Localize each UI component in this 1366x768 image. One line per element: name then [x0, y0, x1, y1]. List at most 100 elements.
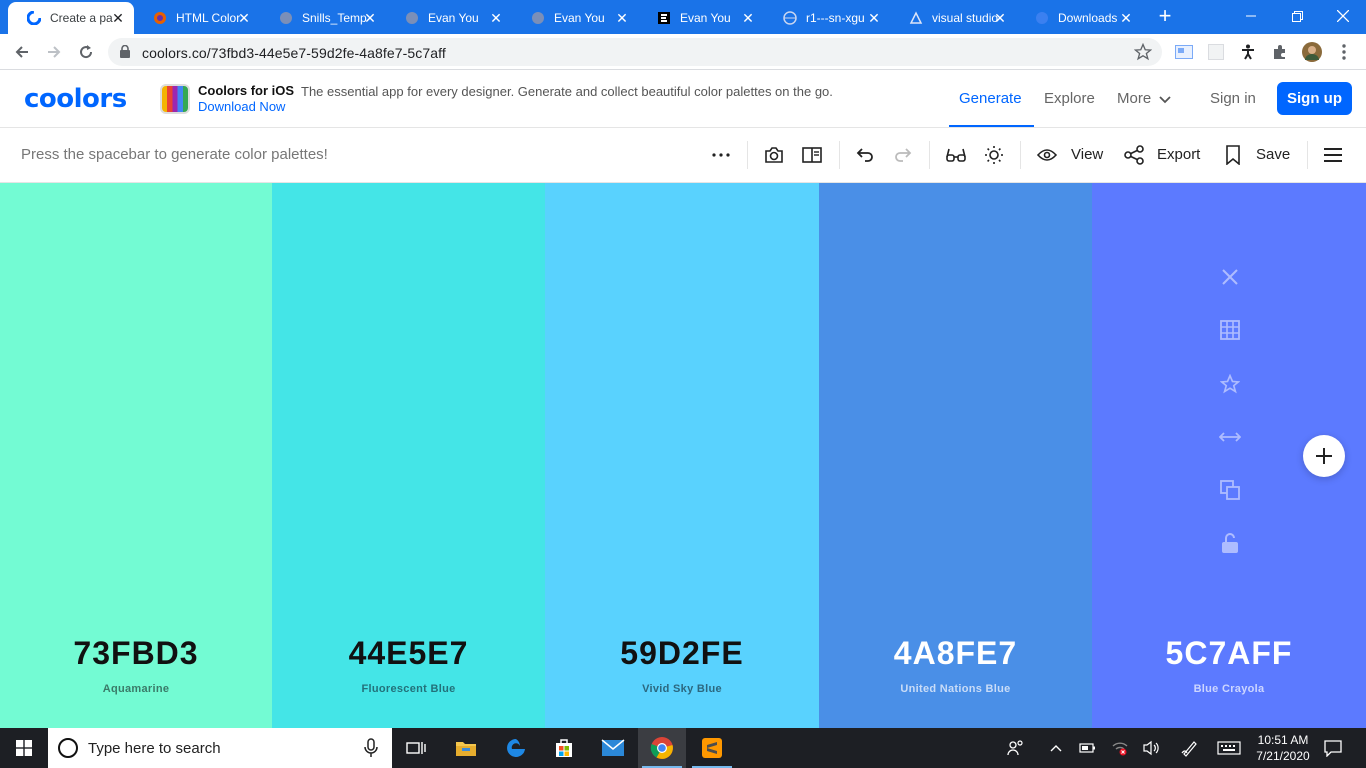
- color-name[interactable]: Fluorescent Blue: [272, 683, 545, 695]
- tab-visual-studio[interactable]: visual studio ✕: [890, 2, 1016, 34]
- color-name[interactable]: Vivid Sky Blue: [545, 683, 819, 695]
- copy-icon[interactable]: [1216, 476, 1244, 504]
- close-tab-icon[interactable]: ✕: [1118, 10, 1134, 26]
- sign-in-link[interactable]: Sign in: [1210, 90, 1256, 107]
- unlock-icon[interactable]: [1216, 529, 1244, 557]
- minimize-window-button[interactable]: [1228, 0, 1274, 32]
- favorite-star-icon[interactable]: [1216, 370, 1244, 398]
- globe-favicon-icon: [782, 10, 798, 26]
- extension-grid-icon[interactable]: [1206, 42, 1226, 62]
- bookmark-star-icon[interactable]: [1133, 42, 1153, 66]
- add-color-button[interactable]: [1303, 435, 1345, 477]
- volume-icon[interactable]: [1142, 738, 1162, 758]
- notifications-icon[interactable]: [1323, 738, 1343, 758]
- tab-snills-temp[interactable]: Snills_Temp ✕: [260, 2, 386, 34]
- hex-code[interactable]: 73FBD3: [0, 635, 272, 672]
- show-hidden-icons-chevron-icon[interactable]: [1046, 738, 1066, 758]
- nav-generate[interactable]: Generate: [959, 90, 1022, 107]
- cortana-circle-icon: [58, 738, 78, 758]
- edge-browser-icon[interactable]: [492, 728, 540, 768]
- close-tab-icon[interactable]: ✕: [992, 10, 1008, 26]
- reload-button[interactable]: [72, 38, 100, 66]
- sign-up-button[interactable]: Sign up: [1277, 82, 1352, 115]
- sun-brightness-icon[interactable]: [981, 142, 1007, 168]
- restore-window-button[interactable]: [1274, 0, 1320, 32]
- battery-icon[interactable]: [1078, 738, 1098, 758]
- back-button[interactable]: [8, 38, 36, 66]
- glasses-icon[interactable]: [943, 142, 969, 168]
- more-options-icon[interactable]: [708, 142, 734, 168]
- windows-start-icon[interactable]: [0, 728, 48, 768]
- close-tab-icon[interactable]: ✕: [488, 10, 504, 26]
- bookmark-icon[interactable]: [1220, 142, 1246, 168]
- chrome-taskbar-icon[interactable]: [638, 728, 686, 768]
- color-name[interactable]: Aquamarine: [0, 683, 272, 695]
- microphone-icon[interactable]: [364, 738, 378, 763]
- sublime-text-icon[interactable]: [688, 728, 736, 768]
- people-icon[interactable]: [1006, 738, 1026, 758]
- view-button[interactable]: View: [1071, 146, 1103, 163]
- undo-icon[interactable]: [852, 142, 878, 168]
- tab-evan-you-3[interactable]: Evan You ✕: [638, 2, 764, 34]
- extension-image-icon[interactable]: [1174, 42, 1194, 62]
- palette-layout-icon[interactable]: [799, 142, 825, 168]
- extensions-puzzle-icon[interactable]: [1270, 42, 1290, 62]
- lock-icon[interactable]: [120, 44, 130, 63]
- tab-html-color[interactable]: HTML Color ✕: [134, 2, 260, 34]
- accessibility-icon[interactable]: [1238, 42, 1258, 62]
- nav-explore[interactable]: Explore: [1044, 90, 1095, 107]
- color-swatch-1[interactable]: 73FBD3 Aquamarine: [0, 183, 272, 728]
- tab-evan-you-2[interactable]: Evan You ✕: [512, 2, 638, 34]
- ios-app-icon[interactable]: [160, 84, 190, 114]
- share-export-icon[interactable]: [1121, 142, 1147, 168]
- eye-icon[interactable]: [1034, 142, 1060, 168]
- forward-button[interactable]: [40, 38, 68, 66]
- taskbar-search-box[interactable]: Type here to search: [48, 728, 392, 768]
- url-text[interactable]: coolors.co/73fbd3-44e5e7-59d2fe-4a8fe7-5…: [142, 45, 446, 61]
- close-tab-icon[interactable]: ✕: [740, 10, 756, 26]
- pen-workspace-icon[interactable]: [1180, 738, 1200, 758]
- color-swatch-2[interactable]: 44E5E7 Fluorescent Blue: [272, 183, 545, 728]
- download-now-link[interactable]: Download Now: [198, 99, 285, 114]
- task-view-icon[interactable]: [392, 728, 440, 768]
- tab-create-palette[interactable]: Create a pa ✕: [8, 2, 134, 34]
- close-window-button[interactable]: [1320, 0, 1366, 32]
- color-swatch-4[interactable]: 4A8FE7 United Nations Blue: [819, 183, 1092, 728]
- hex-code[interactable]: 4A8FE7: [819, 635, 1092, 672]
- save-button[interactable]: Save: [1256, 146, 1290, 163]
- microsoft-store-icon[interactable]: [540, 728, 588, 768]
- nav-active-indicator: [949, 125, 1034, 127]
- close-tab-icon[interactable]: ✕: [110, 10, 126, 26]
- hex-code[interactable]: 59D2FE: [545, 635, 819, 672]
- system-clock[interactable]: 10:51 AM 7/21/2020: [1248, 732, 1318, 764]
- close-tab-icon[interactable]: ✕: [866, 10, 882, 26]
- nav-more[interactable]: More: [1117, 90, 1171, 108]
- color-swatch-3[interactable]: 59D2FE Vivid Sky Blue: [545, 183, 819, 728]
- close-tab-icon[interactable]: ✕: [362, 10, 378, 26]
- file-explorer-icon[interactable]: [442, 728, 490, 768]
- hex-code[interactable]: 5C7AFF: [1092, 635, 1366, 672]
- export-button[interactable]: Export: [1157, 146, 1200, 163]
- camera-icon[interactable]: [761, 142, 787, 168]
- hex-code[interactable]: 44E5E7: [272, 635, 545, 672]
- color-name[interactable]: Blue Crayola: [1092, 683, 1366, 695]
- close-tab-icon[interactable]: ✕: [236, 10, 252, 26]
- color-name[interactable]: United Nations Blue: [819, 683, 1092, 695]
- mail-icon[interactable]: [589, 728, 637, 768]
- close-tab-icon[interactable]: ✕: [614, 10, 630, 26]
- remove-color-icon[interactable]: [1216, 263, 1244, 291]
- drag-arrows-icon[interactable]: [1216, 423, 1244, 451]
- tab-evan-you-1[interactable]: Evan You ✕: [386, 2, 512, 34]
- new-tab-button[interactable]: +: [1154, 5, 1176, 28]
- hamburger-menu-icon[interactable]: [1320, 142, 1346, 168]
- network-wifi-icon[interactable]: [1110, 738, 1130, 758]
- profile-avatar[interactable]: [1302, 42, 1322, 62]
- touch-keyboard-icon[interactable]: [1216, 738, 1242, 758]
- browser-menu-icon[interactable]: [1334, 42, 1354, 62]
- redo-icon[interactable]: [890, 142, 916, 168]
- tab-r1-download[interactable]: r1---sn-xgu ✕: [764, 2, 890, 34]
- coolors-logo[interactable]: coolors: [24, 84, 127, 114]
- address-bar[interactable]: coolors.co/73fbd3-44e5e7-59d2fe-4a8fe7-5…: [108, 38, 1162, 66]
- tab-downloads[interactable]: Downloads ✕: [1016, 2, 1142, 34]
- view-shades-grid-icon[interactable]: [1216, 316, 1244, 344]
